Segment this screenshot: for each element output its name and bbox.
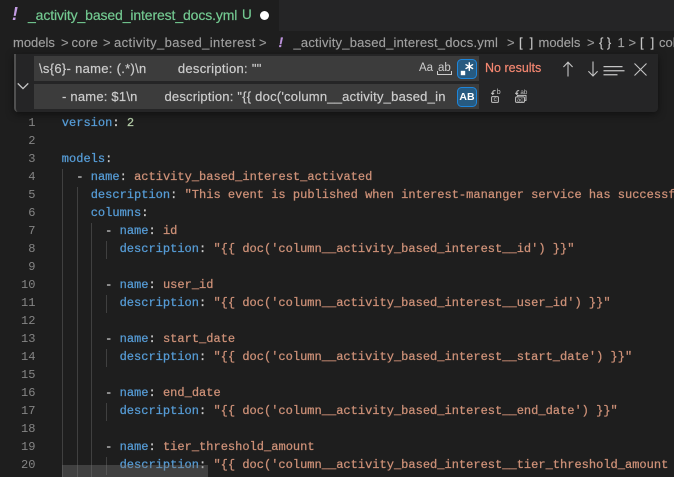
svg-text:ac: ac xyxy=(517,97,523,103)
svg-text:ab: ab xyxy=(520,89,527,96)
svg-text:b: b xyxy=(496,89,500,96)
